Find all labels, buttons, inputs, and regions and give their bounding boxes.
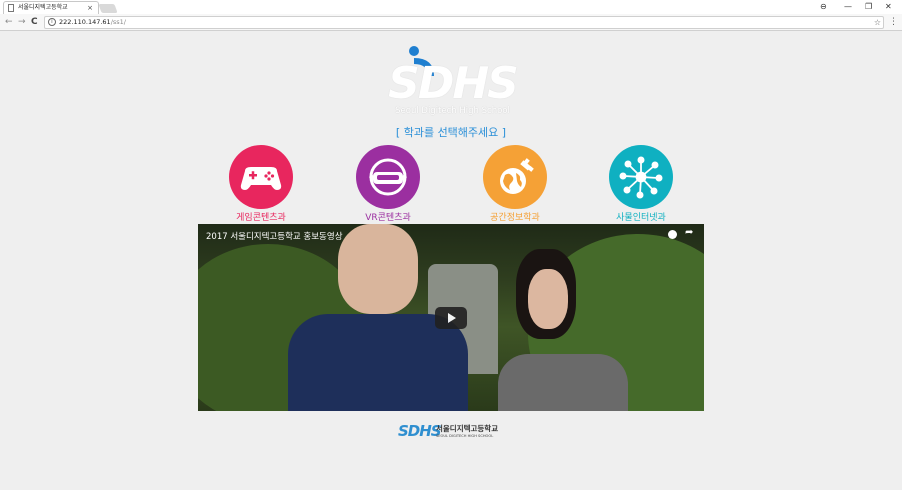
- department-label[interactable]: VR콘텐츠과: [343, 210, 433, 223]
- logo-text: SDHS: [388, 58, 519, 109]
- url-host: 222.110.147.61: [59, 18, 111, 26]
- department-circle[interactable]: [356, 145, 420, 209]
- video-person-girl: [498, 354, 628, 411]
- footer-logo-mark: SDHS: [398, 422, 442, 440]
- department-circle[interactable]: [483, 145, 547, 209]
- vr-headset-icon: [369, 158, 407, 196]
- network-hub-icon: [619, 156, 663, 199]
- new-tab-button[interactable]: [98, 4, 118, 13]
- watch-later-clock-icon[interactable]: [668, 230, 677, 239]
- department-vr-content[interactable]: VR콘텐츠과: [343, 145, 433, 223]
- restore-icon[interactable]: ❐: [865, 1, 872, 13]
- browser-tab[interactable]: 서울디지텍고등학교 ×: [3, 1, 99, 14]
- back-icon[interactable]: ←: [5, 16, 13, 28]
- minimize-icon[interactable]: —: [844, 1, 852, 13]
- gamepad-icon: [240, 167, 282, 190]
- department-circle[interactable]: [229, 145, 293, 209]
- footer-logo: SDHS 서울디지텍고등학교 SEOUL DIGITECH HIGH SCHOO…: [398, 421, 508, 443]
- department-iot[interactable]: 사물인터넷과: [596, 145, 686, 223]
- video-title[interactable]: 2017 서울디지텍고등학교 홍보동영상: [206, 230, 343, 242]
- forward-icon[interactable]: →: [18, 16, 26, 28]
- url-path: /ss1/: [110, 18, 126, 26]
- address-bar[interactable]: i 222.110.147.61/ss1/ ☆: [44, 16, 884, 29]
- select-department-prompt: [ 학과를 선택해주세요 ]: [395, 126, 507, 139]
- department-label[interactable]: 공간정보학과: [470, 210, 560, 223]
- department-circle[interactable]: [609, 145, 673, 209]
- globe-satellite-icon: [500, 158, 534, 194]
- logo-subtitle: Seoul Digitech High School: [395, 106, 510, 116]
- share-icon[interactable]: ➦: [685, 227, 693, 238]
- info-icon[interactable]: i: [48, 18, 56, 26]
- video-face-boy: [338, 224, 418, 314]
- close-window-icon[interactable]: ✕: [885, 1, 892, 13]
- account-icon[interactable]: ⊖: [820, 1, 827, 13]
- tab-close-icon[interactable]: ×: [87, 2, 93, 14]
- tab-title: 서울디지텍고등학교: [18, 4, 68, 11]
- bookmark-star-icon[interactable]: ☆: [874, 17, 881, 28]
- browser-menu-icon[interactable]: ⋮: [889, 16, 898, 28]
- school-logo[interactable]: SDHS Seoul Digitech High School: [380, 38, 525, 118]
- footer-school-name-en: SEOUL DIGITECH HIGH SCHOOL: [436, 434, 494, 438]
- promo-video-player[interactable]: 2017 서울디지텍고등학교 홍보동영상 ➦: [198, 224, 704, 411]
- department-spatial-info[interactable]: 공간정보학과: [470, 145, 560, 223]
- browser-toolbar: ← → C i 222.110.147.61/ss1/ ☆ ⋮: [0, 14, 902, 31]
- department-label[interactable]: 사물인터넷과: [596, 210, 686, 223]
- department-game-content[interactable]: 게임콘텐츠과: [216, 145, 306, 223]
- footer-school-name-ko: 서울디지텍고등학교: [436, 424, 499, 433]
- video-face-girl: [528, 269, 568, 329]
- reload-icon[interactable]: C: [31, 16, 38, 28]
- play-button-icon[interactable]: [435, 307, 467, 329]
- page-icon: [8, 4, 14, 12]
- page-content: SDHS Seoul Digitech High School [ 학과를 선택…: [0, 32, 902, 490]
- browser-titlebar: 서울디지텍고등학교 × ⊖ — ❐ ✕: [0, 0, 902, 14]
- department-label[interactable]: 게임콘텐츠과: [216, 210, 306, 223]
